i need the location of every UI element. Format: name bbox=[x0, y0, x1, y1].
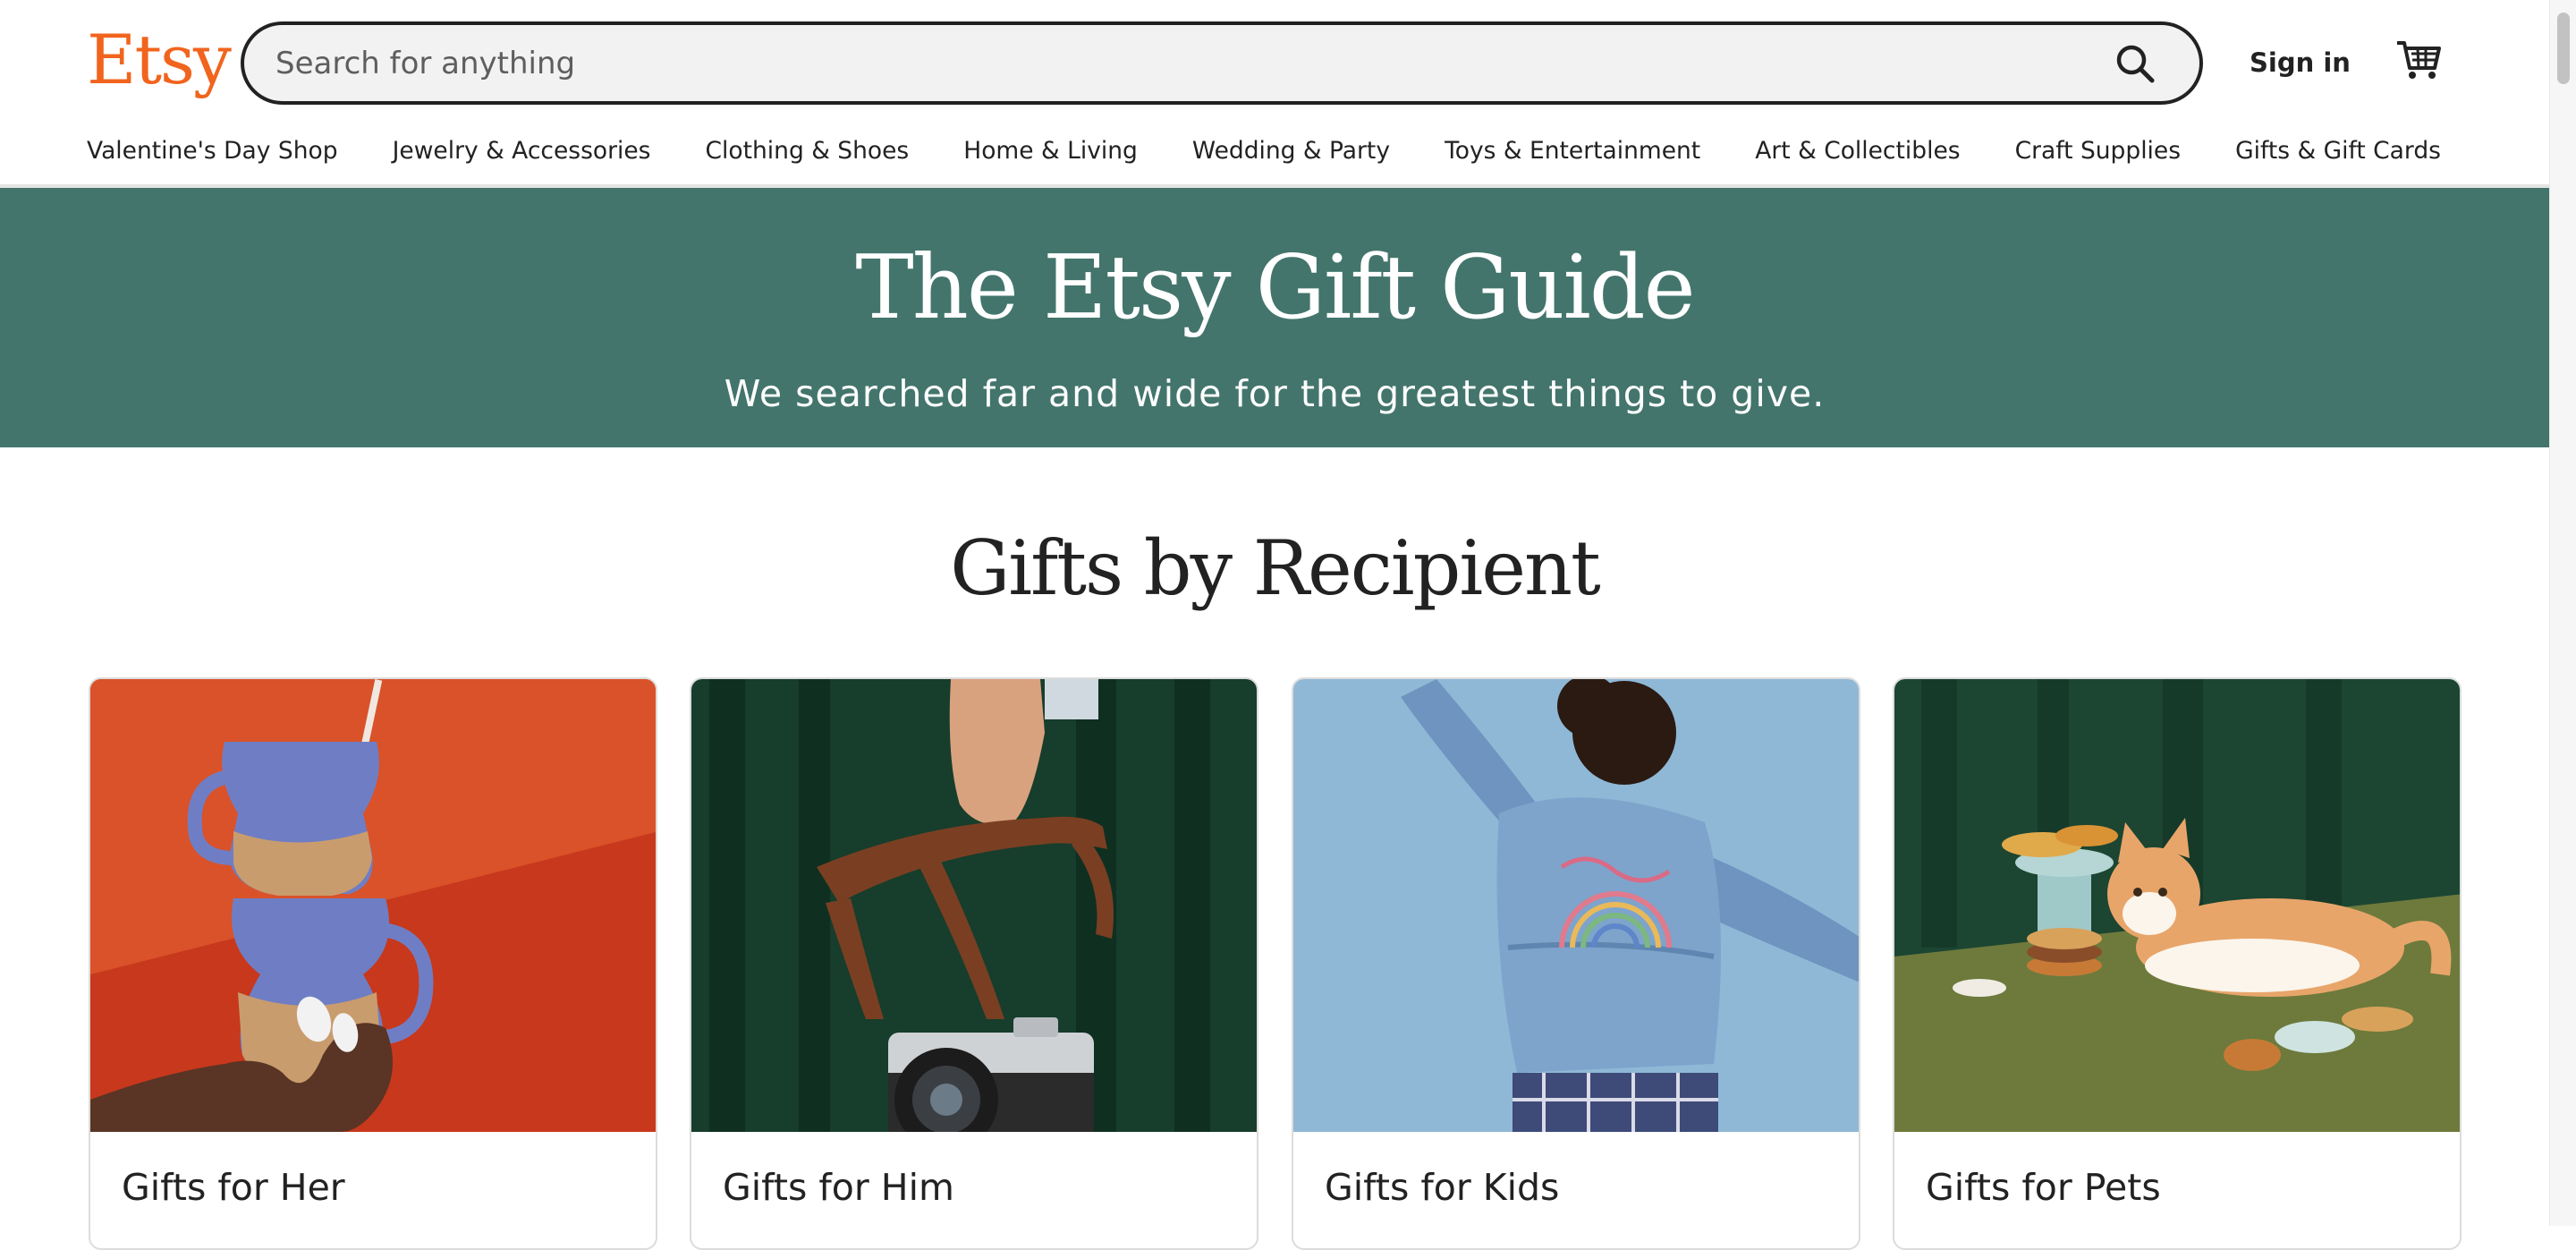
banner-title: The Etsy Gift Guide bbox=[855, 237, 1695, 339]
category-link[interactable]: Toys & Entertainment bbox=[1445, 137, 1700, 165]
gift-card-kids[interactable]: Gifts for Kids bbox=[1292, 677, 1860, 1250]
scrollbar[interactable] bbox=[2549, 0, 2576, 1226]
category-link[interactable]: Home & Living bbox=[963, 137, 1138, 165]
category-link[interactable]: Wedding & Party bbox=[1192, 137, 1390, 165]
gift-card-him[interactable]: Gifts for Him bbox=[690, 677, 1258, 1250]
gift-guide-banner: The Etsy Gift Guide We searched far and … bbox=[0, 188, 2549, 447]
banner-subtitle: We searched far and wide for the greates… bbox=[724, 372, 1826, 415]
cart-icon bbox=[2397, 41, 2441, 79]
category-link[interactable]: Jewelry & Accessories bbox=[393, 137, 651, 165]
category-link[interactable]: Craft Supplies bbox=[2015, 137, 2181, 165]
search-input[interactable] bbox=[244, 24, 2108, 102]
search-bar bbox=[241, 21, 2203, 105]
category-link[interactable]: Gifts & Gift Cards bbox=[2235, 137, 2441, 165]
category-link[interactable]: Art & Collectibles bbox=[1755, 137, 1960, 165]
card-label: Gifts for Him bbox=[723, 1166, 954, 1209]
card-image bbox=[1293, 679, 1859, 1132]
search-button[interactable] bbox=[2108, 37, 2162, 90]
card-label: Gifts for Pets bbox=[1926, 1166, 2161, 1209]
gift-card-her[interactable]: Gifts for Her bbox=[89, 677, 657, 1250]
category-link[interactable]: Clothing & Shoes bbox=[706, 137, 910, 165]
search-icon bbox=[2116, 45, 2155, 82]
category-link[interactable]: Valentine's Day Shop bbox=[87, 137, 338, 165]
sign-in-button[interactable]: Sign in bbox=[2245, 41, 2355, 84]
cart-button[interactable] bbox=[2394, 34, 2444, 84]
section-title: Gifts by Recipient bbox=[950, 524, 1601, 612]
gift-card-pets[interactable]: Gifts for Pets bbox=[1893, 677, 2462, 1250]
card-label: Gifts for Her bbox=[122, 1166, 345, 1209]
card-image bbox=[1894, 679, 2460, 1132]
etsy-logo[interactable]: Etsy bbox=[87, 20, 232, 100]
card-label: Gifts for Kids bbox=[1325, 1166, 1560, 1209]
category-nav: Valentine's Day Shop Jewelry & Accessori… bbox=[87, 129, 2441, 172]
scrollbar-thumb[interactable] bbox=[2557, 13, 2570, 84]
card-image bbox=[90, 679, 656, 1132]
card-image bbox=[691, 679, 1257, 1132]
